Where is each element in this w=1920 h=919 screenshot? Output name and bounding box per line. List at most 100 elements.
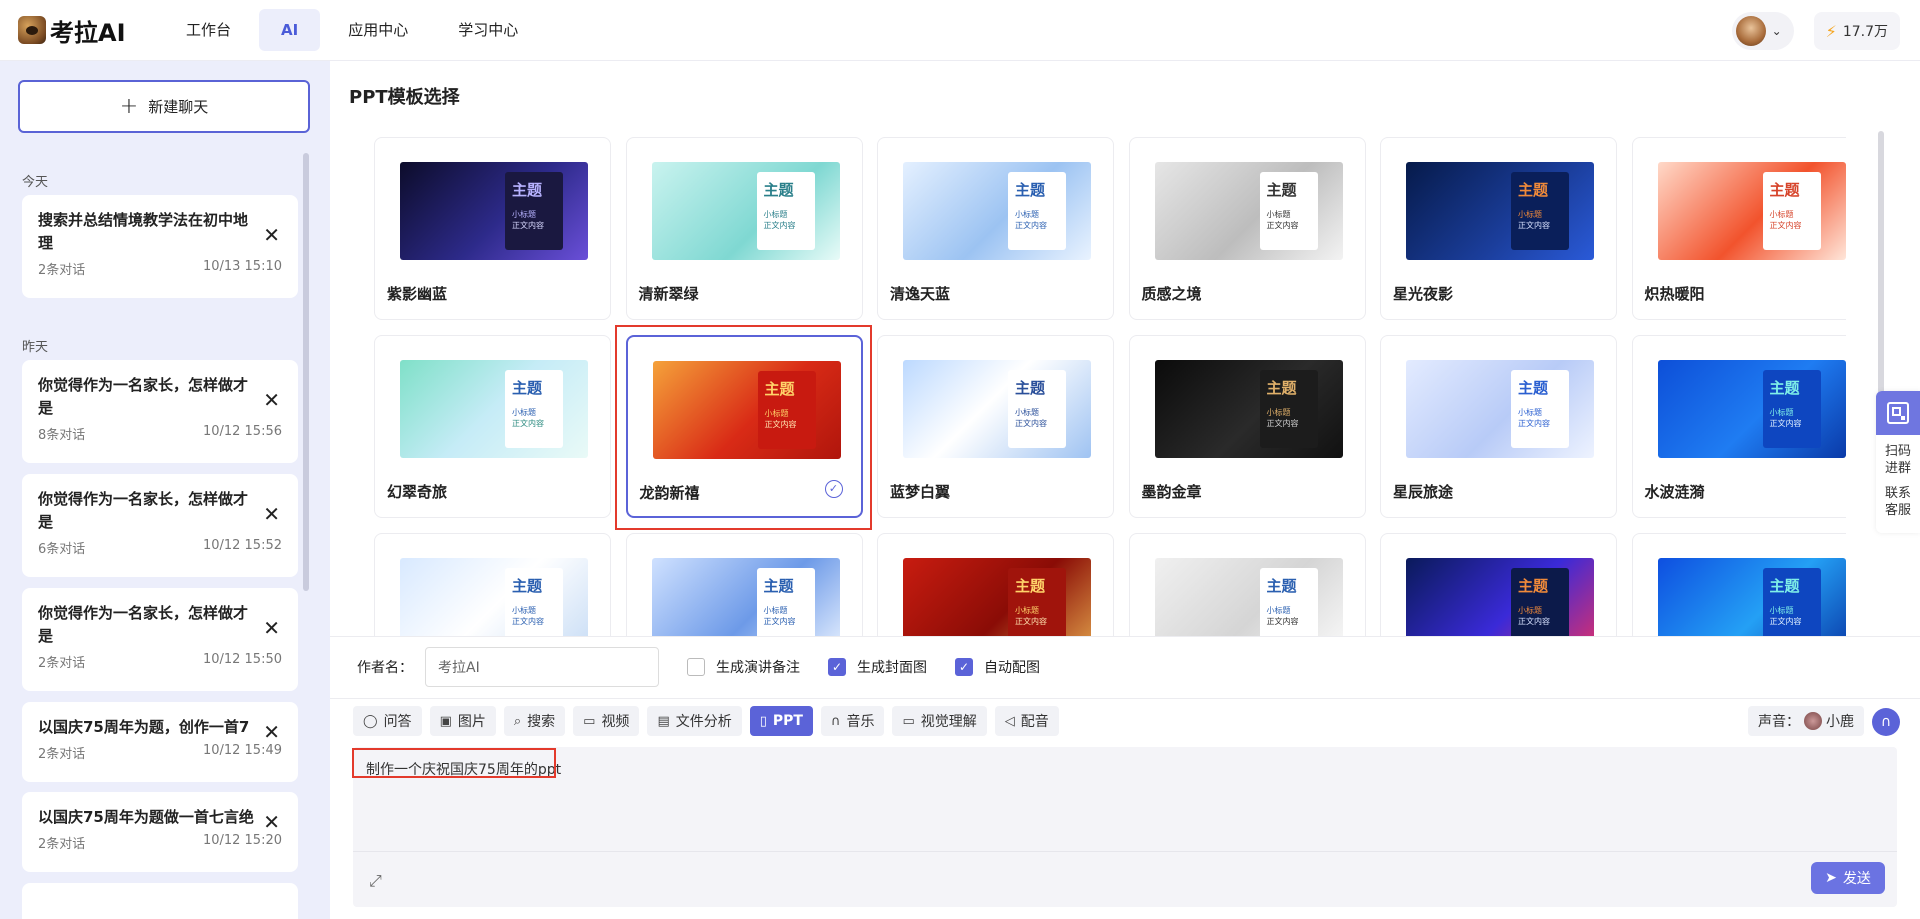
sidebar-scrollbar[interactable] [303,153,309,591]
template-card[interactable]: 主题 小标题 正文内容 [1128,533,1366,637]
tool-image[interactable]: ▣ 图片 [429,706,496,736]
send-button[interactable]: ➤ 发送 [1811,862,1885,894]
qr-code-button[interactable] [1876,391,1920,435]
user-menu[interactable]: ⌄ [1731,12,1794,50]
credits-badge[interactable]: ⚡ 17.7万 [1813,12,1900,50]
tool-speaker[interactable]: ◁ 配音 [994,706,1059,736]
template-thumbnail: 主题 小标题 正文内容 [400,558,588,637]
template-thumbnail: 主题 小标题 正文内容 [903,558,1091,637]
app-logo[interactable]: 考拉AI [18,13,164,48]
tool-chat-bubble[interactable]: ◯ 问答 [353,706,422,736]
close-icon[interactable]: ✕ [263,225,280,245]
template-thumbnail: 主题 小标题 正文内容 [1657,360,1846,458]
checkbox-cover-image[interactable]: ✓ [828,658,846,676]
template-thumb-panel: 主题 小标题 正文内容 [1259,568,1318,637]
tool-label: PPT [772,713,803,729]
template-card[interactable]: 主题 小标题 正文内容 水波涟漪 [1631,335,1846,518]
thumb-subheading: 小标题 [1015,408,1039,417]
voice-avatar [1804,712,1822,730]
thumb-subheading: 小标题 [1769,408,1794,417]
template-card[interactable]: 主题 小标题 正文内容 星光夜影 [1380,137,1617,320]
template-thumbnail: 主题 小标题 正文内容 [400,162,588,260]
tool-label: 音乐 [846,714,875,730]
close-icon[interactable]: ✕ [263,504,280,524]
checkbox-label: 生成封面图 [857,660,927,676]
close-icon[interactable]: ✕ [263,390,280,410]
contact-support-link[interactable]: 联系客服 [1876,485,1920,519]
template-card[interactable]: 主题 小标题 正文内容 清逸天蓝 [877,137,1114,320]
thumb-subheading: 小标题 [1015,606,1039,615]
chat-history-item[interactable]: 以国庆75周年为题，创作一首7 2条对话 10/12 15:49 ✕ [22,702,298,782]
chat-history-item[interactable] [22,883,298,919]
template-thumbnail: 主题 小标题 正文内容 [1406,360,1594,458]
credits-value: 17.7万 [1842,24,1888,40]
thumb-body: 正文内容 [1266,221,1299,230]
template-name: 清逸天蓝 [890,285,951,303]
nav-app-center[interactable]: 应用中心 [326,9,430,51]
chat-time: 10/12 15:49 [202,743,282,758]
thumb-heading: 主题 [1769,577,1800,595]
main-panel: PPT模板选择 主题 小标题 正文内容 紫影幽蓝 主题 小标题 正文内容 清新翠绿 主题 小标题正… [330,61,1920,919]
template-name: 星辰旅途 [1393,483,1454,501]
nav-ai[interactable]: AI [259,9,321,51]
thumb-heading: 主题 [1266,379,1297,397]
headset-icon[interactable]: ∩ [1872,708,1900,736]
template-card[interactable]: 主题 小标题 正文内容 质感之境 [1128,137,1366,320]
template-thumb-panel: 主题 小标题 正文内容 [1762,568,1821,637]
template-card[interactable]: 主题 小标题 正文内容 [625,533,863,637]
prompt-input-area[interactable]: 制作一个庆祝国庆75周年的ppt ⤢ ➤ 发送 [353,747,1897,907]
chat-history-item[interactable]: 你觉得作为一名家长，怎样做才是 8条对话 10/12 15:56 ✕ [22,360,298,463]
chat-history-item[interactable]: 你觉得作为一名家长，怎样做才是 2条对话 10/12 15:50 ✕ [22,588,298,691]
nav-learning-center[interactable]: 学习中心 [436,9,540,51]
app-name: 考拉AI [50,18,126,47]
option-auto-image[interactable]: ✓ 自动配图 [955,657,1040,677]
template-card[interactable]: 主题 小标题 正文内容 幻翠奇旅 [374,335,611,518]
tool-headphone[interactable]: ∩ 音乐 [820,706,885,736]
close-icon[interactable]: ✕ [263,618,280,638]
template-card[interactable]: 主题 小标题 正文内容 墨韵金章 [1128,335,1366,518]
chat-history-item[interactable]: 搜索并总结情境教学法在初中地理 2条对话 10/13 15:10 ✕ [22,195,298,298]
nav-workbench[interactable]: 工作台 [164,9,253,51]
template-card[interactable]: 主题 小标题 正文内容 [877,533,1114,637]
template-card[interactable]: 主题 小标题 正文内容 炽热暖阳 [1631,137,1846,320]
voice-label: 声音： [1758,714,1800,730]
thumb-body: 正文内容 [1769,221,1802,230]
template-card[interactable]: 主题 小标题 正文内容 清新翠绿 [625,137,863,320]
chat-history-item[interactable]: 以国庆75周年为题做一首七言绝 2条对话 10/12 15:20 ✕ [22,792,298,872]
voice-selector[interactable]: 声音： 小鹿 [1748,706,1864,736]
thumb-body: 正文内容 [763,221,796,230]
tool-video[interactable]: ▭ 视频 [573,706,640,736]
checkbox-speaker-notes[interactable] [687,658,705,676]
template-thumb-panel: 主题 小标题 正文内容 [1762,370,1821,448]
close-icon[interactable]: ✕ [263,722,280,742]
template-name: 紫影幽蓝 [387,285,448,303]
tool-ppt-file[interactable]: ▯ PPT [749,706,813,736]
group-label-today: 今天 [22,175,49,190]
template-card[interactable]: 主题 小标题 正文内容 [1631,533,1846,637]
chat-count: 8条对话 [38,428,86,443]
tool-camera[interactable]: ▭ 视觉理解 [892,706,987,736]
template-name: 蓝梦白翼 [890,483,951,501]
template-card[interactable]: 主题 小标题 正文内容 蓝梦白翼 [877,335,1114,518]
expand-icon[interactable]: ⤢ [369,871,382,891]
search-icon: ⌕ [513,713,522,729]
thumb-body: 正文内容 [512,617,544,626]
option-speaker-notes[interactable]: 生成演讲备注 [687,657,800,677]
divider [353,851,1897,852]
new-chat-label: 新建聊天 [148,98,209,116]
close-icon[interactable]: ✕ [263,812,280,832]
template-thumbnail: 主题 小标题 正文内容 [1406,558,1594,637]
chat-history-item[interactable]: 你觉得作为一名家长，怎样做才是 6条对话 10/12 15:52 ✕ [22,474,298,577]
new-chat-button[interactable]: + 新建聊天 [18,80,310,133]
join-group-link[interactable]: 扫码进群 [1876,443,1920,477]
option-cover-image[interactable]: ✓ 生成封面图 [828,657,927,677]
template-thumb-panel: 主题 小标题 正文内容 [756,568,815,637]
template-card[interactable]: 主题 小标题 正文内容紫影幽蓝 [374,137,611,320]
checkbox-auto-image[interactable]: ✓ [955,658,973,676]
tool-file[interactable]: ▤ 文件分析 [647,706,742,736]
tool-search[interactable]: ⌕ 搜索 [503,706,566,736]
template-card[interactable]: 主题 小标题 正文内容 [374,533,611,637]
author-input[interactable] [425,647,659,687]
template-card[interactable]: 主题 小标题 正文内容星辰旅途 [1380,335,1617,518]
template-card[interactable]: 主题 小标题 正文内容 [1380,533,1617,637]
